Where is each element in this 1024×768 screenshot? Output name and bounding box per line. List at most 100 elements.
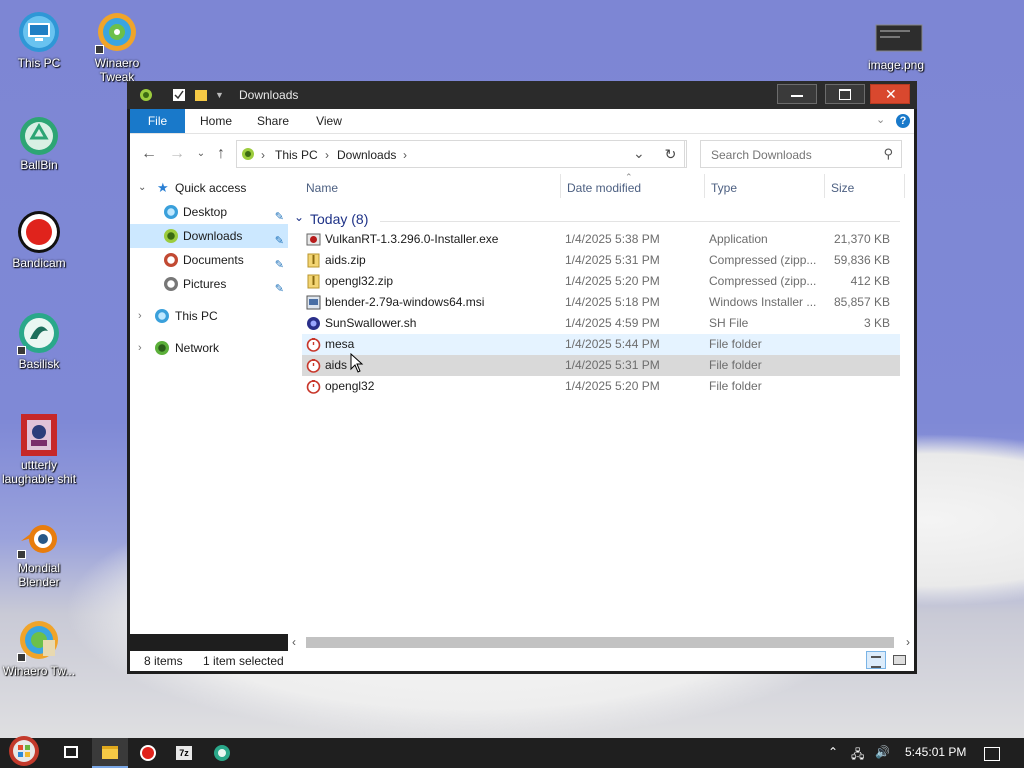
nav-item-downloads[interactable]: Downloads ✎ — [130, 224, 288, 248]
start-button[interactable] — [2, 732, 50, 768]
clock[interactable]: 5:45:01 PM — [905, 745, 966, 759]
desktop-icon-mondial-blender[interactable]: Mondial Blender — [1, 515, 77, 589]
refresh-button[interactable]: ↻ — [655, 140, 687, 168]
help-icon[interactable]: ? — [896, 114, 910, 128]
desktop-icon-label: BallBin — [20, 158, 58, 172]
pictures-folder-icon — [164, 277, 178, 291]
taskbar-basilisk[interactable] — [204, 738, 240, 768]
taskbar-file-explorer[interactable] — [92, 738, 128, 768]
taskbar-bandicam[interactable] — [130, 738, 166, 768]
column-header-type[interactable]: Type — [711, 181, 737, 195]
file-row[interactable]: blender-2.79a-windows64.msi 1/4/2025 5:18… — [302, 292, 900, 313]
folder-icon — [306, 379, 321, 394]
tab-view[interactable]: View — [308, 109, 350, 133]
file-date-modified: 1/4/2025 5:20 PM — [565, 379, 660, 393]
group-header-today[interactable]: Today (8) — [310, 211, 368, 227]
desktop-icon-this-pc[interactable]: This PC — [1, 10, 77, 70]
large-icons-view-icon — [893, 655, 906, 665]
desktop-icon-ballbin[interactable]: BallBin — [1, 112, 77, 172]
file-row[interactable]: aids 1/4/2025 5:31 PM File folder — [302, 355, 900, 376]
file-row[interactable]: opengl32 1/4/2025 5:20 PM File folder — [302, 376, 900, 397]
scroll-right-icon[interactable]: › — [906, 635, 910, 649]
column-header-size[interactable]: Size — [831, 181, 854, 195]
file-row[interactable]: SunSwallower.sh 1/4/2025 4:59 PM SH File 3 … — [302, 313, 900, 334]
chevron-right-icon[interactable]: › — [138, 304, 142, 328]
horizontal-scrollbar[interactable]: ‹ › — [288, 634, 914, 651]
task-view-button[interactable] — [54, 738, 90, 768]
column-headers: Name ⌃ Date modified Type Size — [288, 172, 914, 198]
column-divider[interactable] — [904, 174, 905, 198]
column-divider[interactable] — [560, 174, 561, 198]
nav-item-label: Documents — [183, 253, 244, 267]
file-row[interactable]: opengl32.zip 1/4/2025 5:20 PM Compressed (… — [302, 271, 900, 292]
recycle-bin-icon — [17, 112, 61, 156]
file-row[interactable]: VulkanRT-1.3.296.0-Installer.exe 1/4/2025… — [302, 229, 900, 250]
breadcrumb-separator[interactable]: › — [325, 148, 329, 162]
tab-file[interactable]: File — [130, 109, 185, 133]
column-divider[interactable] — [824, 174, 825, 198]
nav-network[interactable]: › Network — [130, 336, 288, 360]
desktop-icon-winaero-tweak[interactable]: Winaero Tweak — [79, 10, 155, 84]
customize-quick-access-icon[interactable]: ▼ — [215, 90, 229, 104]
back-button[interactable]: ← — [140, 146, 158, 164]
nav-item-pictures[interactable]: Pictures ✎ — [130, 272, 288, 296]
scroll-left-icon[interactable]: ‹ — [292, 635, 296, 649]
breadcrumb-separator[interactable]: › — [403, 148, 407, 162]
tab-home[interactable]: Home — [195, 109, 237, 133]
file-row[interactable]: aids.zip 1/4/2025 5:31 PM Compressed (zipp… — [302, 250, 900, 271]
close-button[interactable]: ✕ — [870, 84, 910, 104]
7zip-icon: 7z — [176, 746, 192, 760]
nav-quick-access[interactable]: ⌄ ★ Quick access — [130, 176, 288, 200]
up-button[interactable]: ↑ — [212, 146, 230, 164]
nav-item-desktop[interactable]: Desktop ✎ — [130, 200, 288, 224]
column-header-date-modified[interactable]: Date modified — [567, 181, 641, 195]
column-divider[interactable] — [704, 174, 705, 198]
breadcrumb-separator[interactable]: › — [261, 148, 265, 162]
address-dropdown-icon[interactable]: ⌄ — [633, 145, 645, 162]
desktop-icon-winaero-tw[interactable]: Winaero Tw... — [1, 618, 77, 678]
explorer-app-icon — [139, 88, 153, 102]
tab-share[interactable]: Share — [250, 109, 296, 133]
minimize-button[interactable] — [777, 84, 817, 104]
nav-item-documents[interactable]: Documents ✎ — [130, 248, 288, 272]
search-icon[interactable]: ⚲ — [883, 146, 893, 162]
chevron-down-icon[interactable]: ⌄ — [138, 176, 146, 200]
chevron-right-icon[interactable]: › — [138, 336, 142, 360]
column-header-name[interactable]: Name — [306, 181, 338, 195]
file-row[interactable]: mesa 1/4/2025 5:44 PM File folder — [302, 334, 900, 355]
desktop-icon-utterly-laughable[interactable]: uttterly laughable shit — [1, 412, 77, 486]
details-view-button[interactable] — [866, 651, 886, 669]
search-input[interactable] — [709, 147, 873, 163]
breadcrumb-downloads[interactable]: Downloads — [337, 148, 396, 162]
file-type: File folder — [709, 337, 762, 351]
taskbar-7zip[interactable]: 7z — [166, 738, 202, 768]
title-bar[interactable]: ▼ Downloads ✕ — [127, 81, 917, 109]
maximize-button[interactable] — [825, 84, 865, 104]
file-type: Application — [709, 232, 768, 246]
desktop-icon-bandicam[interactable]: Bandicam — [1, 210, 77, 270]
status-bar: 8 items 1 item selected — [130, 651, 914, 671]
show-hidden-icons-icon[interactable]: ⌃ — [828, 745, 838, 759]
volume-icon[interactable]: 🔊 — [875, 745, 890, 759]
large-icons-view-button[interactable] — [890, 652, 908, 668]
network-status-icon[interactable]: 🖧 — [851, 745, 864, 766]
properties-icon[interactable] — [172, 88, 186, 102]
recent-locations-button[interactable]: ⌄ — [192, 146, 210, 164]
minimize-icon — [791, 95, 803, 97]
breadcrumb-this-pc[interactable]: This PC — [275, 148, 318, 162]
file-date-modified: 1/4/2025 5:38 PM — [565, 232, 660, 246]
new-folder-icon[interactable] — [194, 88, 208, 102]
expand-ribbon-icon[interactable]: ⌄ — [876, 113, 885, 126]
group-collapse-icon[interactable]: ⌄ — [294, 210, 304, 224]
notifications-icon[interactable] — [984, 747, 1000, 761]
nav-this-pc[interactable]: › This PC — [130, 304, 288, 328]
search-box[interactable]: ⚲ — [700, 140, 902, 168]
desktop-icon-label: Winaero Tw... — [2, 664, 76, 678]
scrollbar-thumb[interactable] — [306, 637, 894, 648]
file-date-modified: 1/4/2025 5:44 PM — [565, 337, 660, 351]
forward-button[interactable]: → — [168, 146, 186, 164]
desktop-icon-basilisk[interactable]: Basilisk — [1, 311, 77, 371]
address-bar[interactable]: › This PC › Downloads › ⌄ — [236, 140, 685, 168]
file-date-modified: 1/4/2025 5:18 PM — [565, 295, 660, 309]
desktop-icon-image-png[interactable]: image.png — [858, 22, 934, 72]
